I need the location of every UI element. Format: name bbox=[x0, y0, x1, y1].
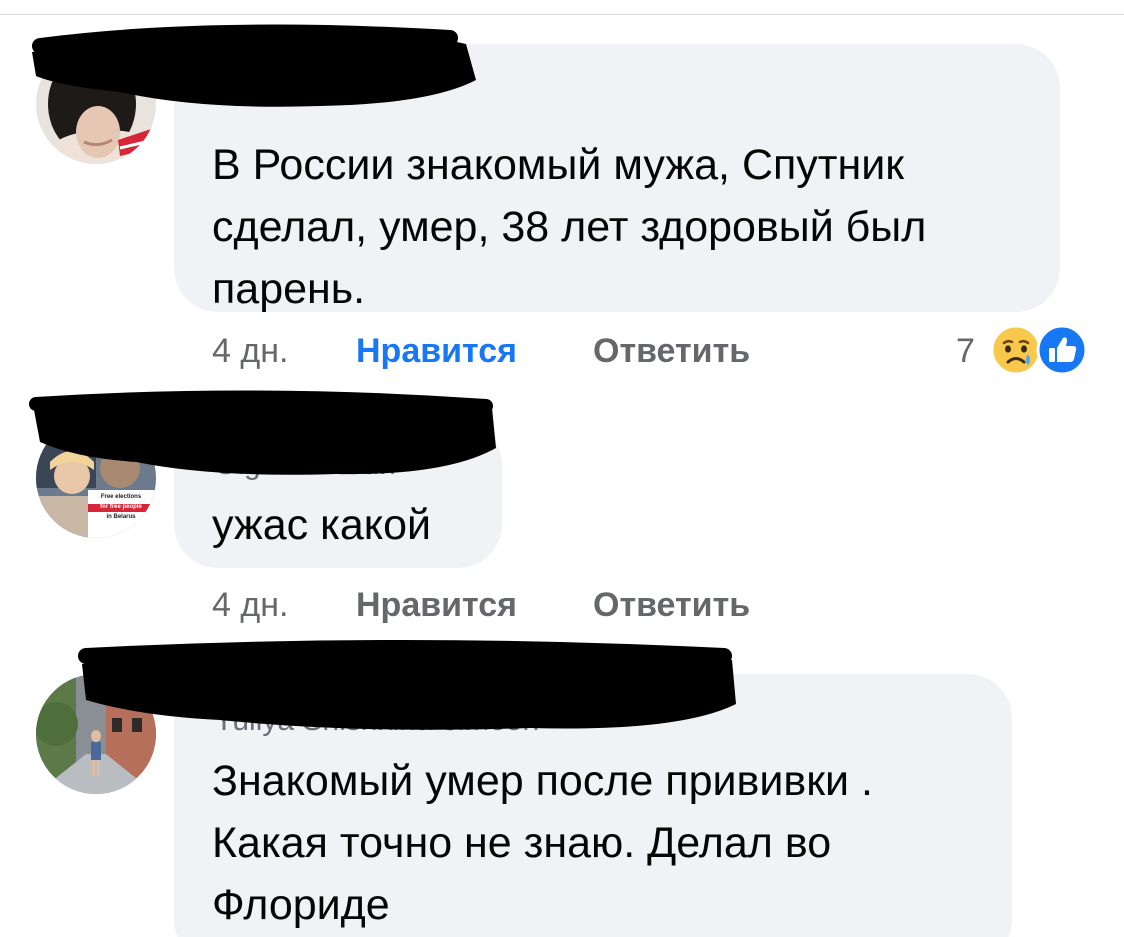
like-button[interactable]: Нравится bbox=[356, 332, 517, 371]
thumbs-up-icon[interactable] bbox=[1036, 324, 1088, 376]
comment-timestamp[interactable]: 4 дн. bbox=[212, 332, 288, 371]
comment-bubble: Anya Anna В России знакомый мужа, Спутни… bbox=[174, 44, 1060, 313]
comment-author[interactable]: Anya Anna bbox=[214, 74, 359, 108]
comment-bubble: Yuliya Shishkina-simeon Знакомый умер по… bbox=[174, 674, 1012, 937]
comment-author[interactable]: Olga Kovtoun bbox=[214, 448, 396, 482]
sad-face-icon[interactable] bbox=[990, 324, 1042, 376]
like-button[interactable]: Нравится bbox=[356, 586, 517, 625]
comment-text: Знакомый умер после прививки . Какая точ… bbox=[212, 757, 873, 929]
comment-text: В России знакомый мужа, Спутник сделал, … bbox=[212, 141, 927, 313]
comment-timestamp[interactable]: 4 дн. bbox=[212, 586, 288, 625]
avatar-photo bbox=[36, 44, 156, 164]
avatar[interactable] bbox=[36, 674, 156, 794]
reply-button[interactable]: Ответить bbox=[593, 586, 750, 625]
reaction-count[interactable]: 7 bbox=[956, 332, 975, 371]
avatar[interactable]: Free elections for free people in Belaru… bbox=[36, 418, 156, 538]
avatar[interactable] bbox=[36, 44, 156, 164]
comment-text: ужас какой bbox=[212, 501, 432, 549]
top-divider bbox=[0, 14, 1124, 15]
avatar-photo bbox=[36, 674, 156, 794]
comment-bubble: Olga Kovtoun ужас какой bbox=[174, 420, 502, 568]
comment-author[interactable]: Yuliya Shishkina-simeon bbox=[214, 704, 539, 738]
avatar-caption: Free elections for free people in Belaru… bbox=[100, 494, 142, 520]
reply-button[interactable]: Ответить bbox=[593, 332, 750, 371]
